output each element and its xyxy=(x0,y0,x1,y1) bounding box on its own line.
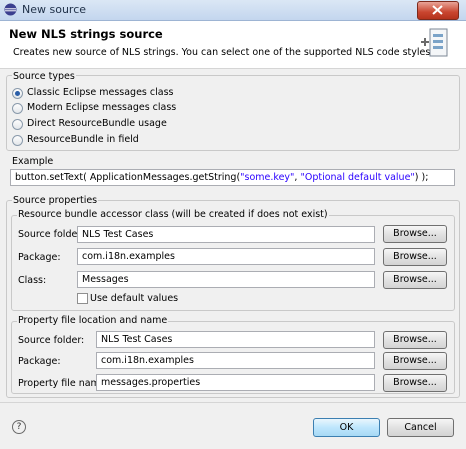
use-default-values-label: Use default values xyxy=(90,293,179,304)
radio-button[interactable] xyxy=(12,135,23,146)
accessor-package-input[interactable]: com.i18n.examples xyxy=(77,248,375,265)
ok-button[interactable]: OK xyxy=(313,418,380,437)
radio-label: Classic Eclipse messages class xyxy=(27,87,174,98)
help-icon[interactable]: ? xyxy=(12,420,26,434)
example-code-prefix: button.setText( ApplicationMessages.getS… xyxy=(15,172,241,183)
title-bar: New source xyxy=(0,0,466,21)
accessor-source-folder-label: Source folder: xyxy=(18,229,85,240)
property-package-browse-button[interactable]: Browse... xyxy=(383,352,447,370)
close-button[interactable] xyxy=(417,1,459,20)
example-code-suffix: ) ); xyxy=(414,172,429,183)
property-file-name-browse-button[interactable]: Browse... xyxy=(383,374,447,392)
wizard-description: Creates new source of NLS strings. You c… xyxy=(13,47,434,58)
property-package-label: Package: xyxy=(18,356,61,367)
property-source-folder-label: Source folder: xyxy=(18,335,85,346)
property-file-label: Property file location and name xyxy=(17,315,169,326)
accessor-class-browse-button[interactable]: Browse... xyxy=(383,271,447,289)
radio-label: ResourceBundle in field xyxy=(27,134,139,145)
use-default-values-checkbox[interactable] xyxy=(77,293,88,304)
radio-label: Direct ResourceBundle usage xyxy=(27,118,167,129)
property-source-folder-browse-button[interactable]: Browse... xyxy=(383,331,447,349)
example-code-key: "some.key" xyxy=(240,172,295,183)
cancel-button[interactable]: Cancel xyxy=(387,418,454,437)
accessor-class-label: Resource bundle accessor class (will be … xyxy=(17,209,329,220)
example-code-field: button.setText( ApplicationMessages.getS… xyxy=(10,169,455,186)
property-source-folder-input[interactable]: NLS Test Cases xyxy=(96,331,375,348)
example-label: Example xyxy=(12,156,54,167)
radio-button[interactable] xyxy=(12,88,23,99)
radio-label: Modern Eclipse messages class xyxy=(27,102,177,113)
source-properties-label: Source properties xyxy=(12,195,99,206)
property-package-input[interactable]: com.i18n.examples xyxy=(96,352,375,369)
footer-separator xyxy=(0,402,466,403)
eclipse-icon xyxy=(4,3,17,16)
source-types-label: Source types xyxy=(12,71,76,82)
accessor-class-input[interactable]: Messages xyxy=(77,271,375,288)
accessor-package-label: Package: xyxy=(18,252,61,263)
window-title: New source xyxy=(22,3,87,16)
accessor-source-folder-browse-button[interactable]: Browse... xyxy=(383,225,447,243)
new-file-wizard-icon xyxy=(421,28,448,57)
accessor-package-browse-button[interactable]: Browse... xyxy=(383,248,447,266)
accessor-class-field-label: Class: xyxy=(18,275,47,286)
radio-button[interactable] xyxy=(12,103,23,114)
accessor-source-folder-input[interactable]: NLS Test Cases xyxy=(77,226,375,243)
wizard-title: New NLS strings source xyxy=(9,27,163,41)
wizard-header: New NLS strings source Creates new sourc… xyxy=(0,21,466,69)
radio-button[interactable] xyxy=(12,119,23,130)
close-icon xyxy=(432,5,443,15)
property-file-name-input[interactable]: messages.properties xyxy=(96,374,375,391)
example-code-default: "Optional default value" xyxy=(300,172,415,183)
